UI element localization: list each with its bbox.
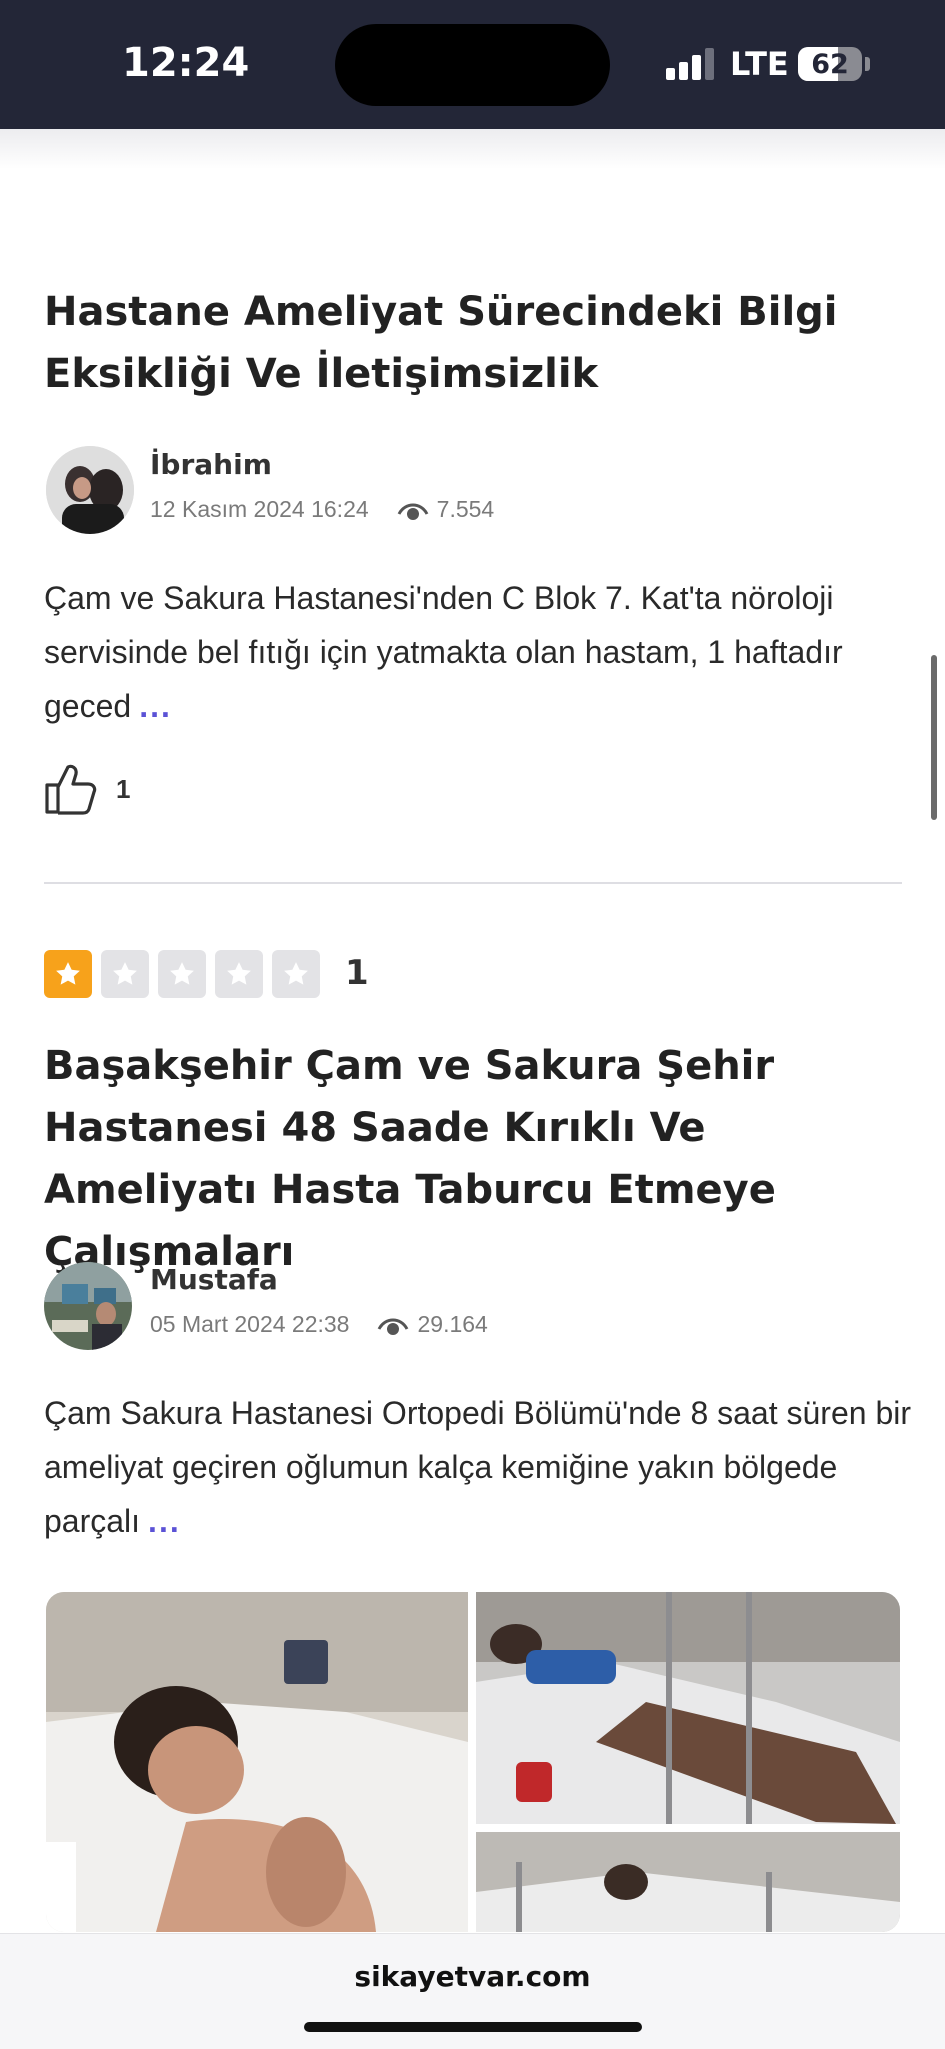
gallery-photo[interactable] xyxy=(476,1592,900,1824)
network-label: LTE xyxy=(730,45,789,83)
rating-stars xyxy=(44,950,320,998)
post-excerpt[interactable]: Çam ve Sakura Hastanesi'nden C Blok 7. K… xyxy=(44,571,914,733)
star-icon xyxy=(44,950,92,998)
status-time: 12:24 xyxy=(122,40,250,86)
post-meta: 05 Mart 2024 22:38 29.164 xyxy=(150,1311,488,1338)
star-icon xyxy=(272,950,320,998)
post-title[interactable]: Hastane Ameliyat Sürecindeki Bilgi Eksik… xyxy=(44,281,904,405)
eye-icon xyxy=(397,503,429,520)
battery-icon: 62 xyxy=(798,47,862,81)
thumbs-up-icon xyxy=(45,764,97,815)
post-meta: 12 Kasım 2024 16:24 7.554 xyxy=(150,496,494,523)
avatar[interactable] xyxy=(46,446,134,534)
battery-tip xyxy=(865,57,870,71)
post-date: 05 Mart 2024 22:38 xyxy=(150,1311,350,1337)
eye-icon xyxy=(378,1318,409,1335)
header-shadow xyxy=(0,129,945,169)
browser-bar: sikayetvar.com xyxy=(0,1933,945,2049)
post-title[interactable]: Başakşehir Çam ve Sakura Şehir Hastanesi… xyxy=(44,1035,904,1283)
read-more-button[interactable]: ... xyxy=(139,688,172,724)
read-more-button[interactable]: ... xyxy=(148,1503,181,1539)
divider xyxy=(44,882,902,884)
star-icon xyxy=(215,950,263,998)
like-button[interactable]: 1 xyxy=(44,763,130,815)
view-count: 29.164 xyxy=(417,1311,488,1337)
author-name[interactable]: İbrahim xyxy=(150,448,272,481)
signal-icon xyxy=(666,48,714,80)
star-icon xyxy=(101,950,149,998)
scrollbar[interactable] xyxy=(931,655,937,820)
address-bar[interactable]: sikayetvar.com xyxy=(0,1960,945,1993)
post-excerpt[interactable]: Çam Sakura Hastanesi Ortopedi Bölümü'nde… xyxy=(44,1386,914,1548)
post-date: 12 Kasım 2024 16:24 xyxy=(150,496,369,522)
star-icon xyxy=(158,950,206,998)
gallery-photo[interactable] xyxy=(46,1592,468,1932)
battery-percentage: 62 xyxy=(811,49,849,80)
home-indicator[interactable] xyxy=(304,2022,642,2032)
dynamic-island xyxy=(335,24,610,106)
gallery-photo[interactable] xyxy=(476,1832,900,1932)
photo-gallery[interactable] xyxy=(46,1592,900,1932)
status-bar: 12:24 LTE 62 xyxy=(0,0,945,129)
view-count: 7.554 xyxy=(436,496,495,522)
author-name[interactable]: Mustafa xyxy=(150,1263,278,1296)
like-count: 1 xyxy=(116,773,131,804)
rating-value: 1 xyxy=(345,953,369,993)
avatar[interactable] xyxy=(44,1262,132,1350)
